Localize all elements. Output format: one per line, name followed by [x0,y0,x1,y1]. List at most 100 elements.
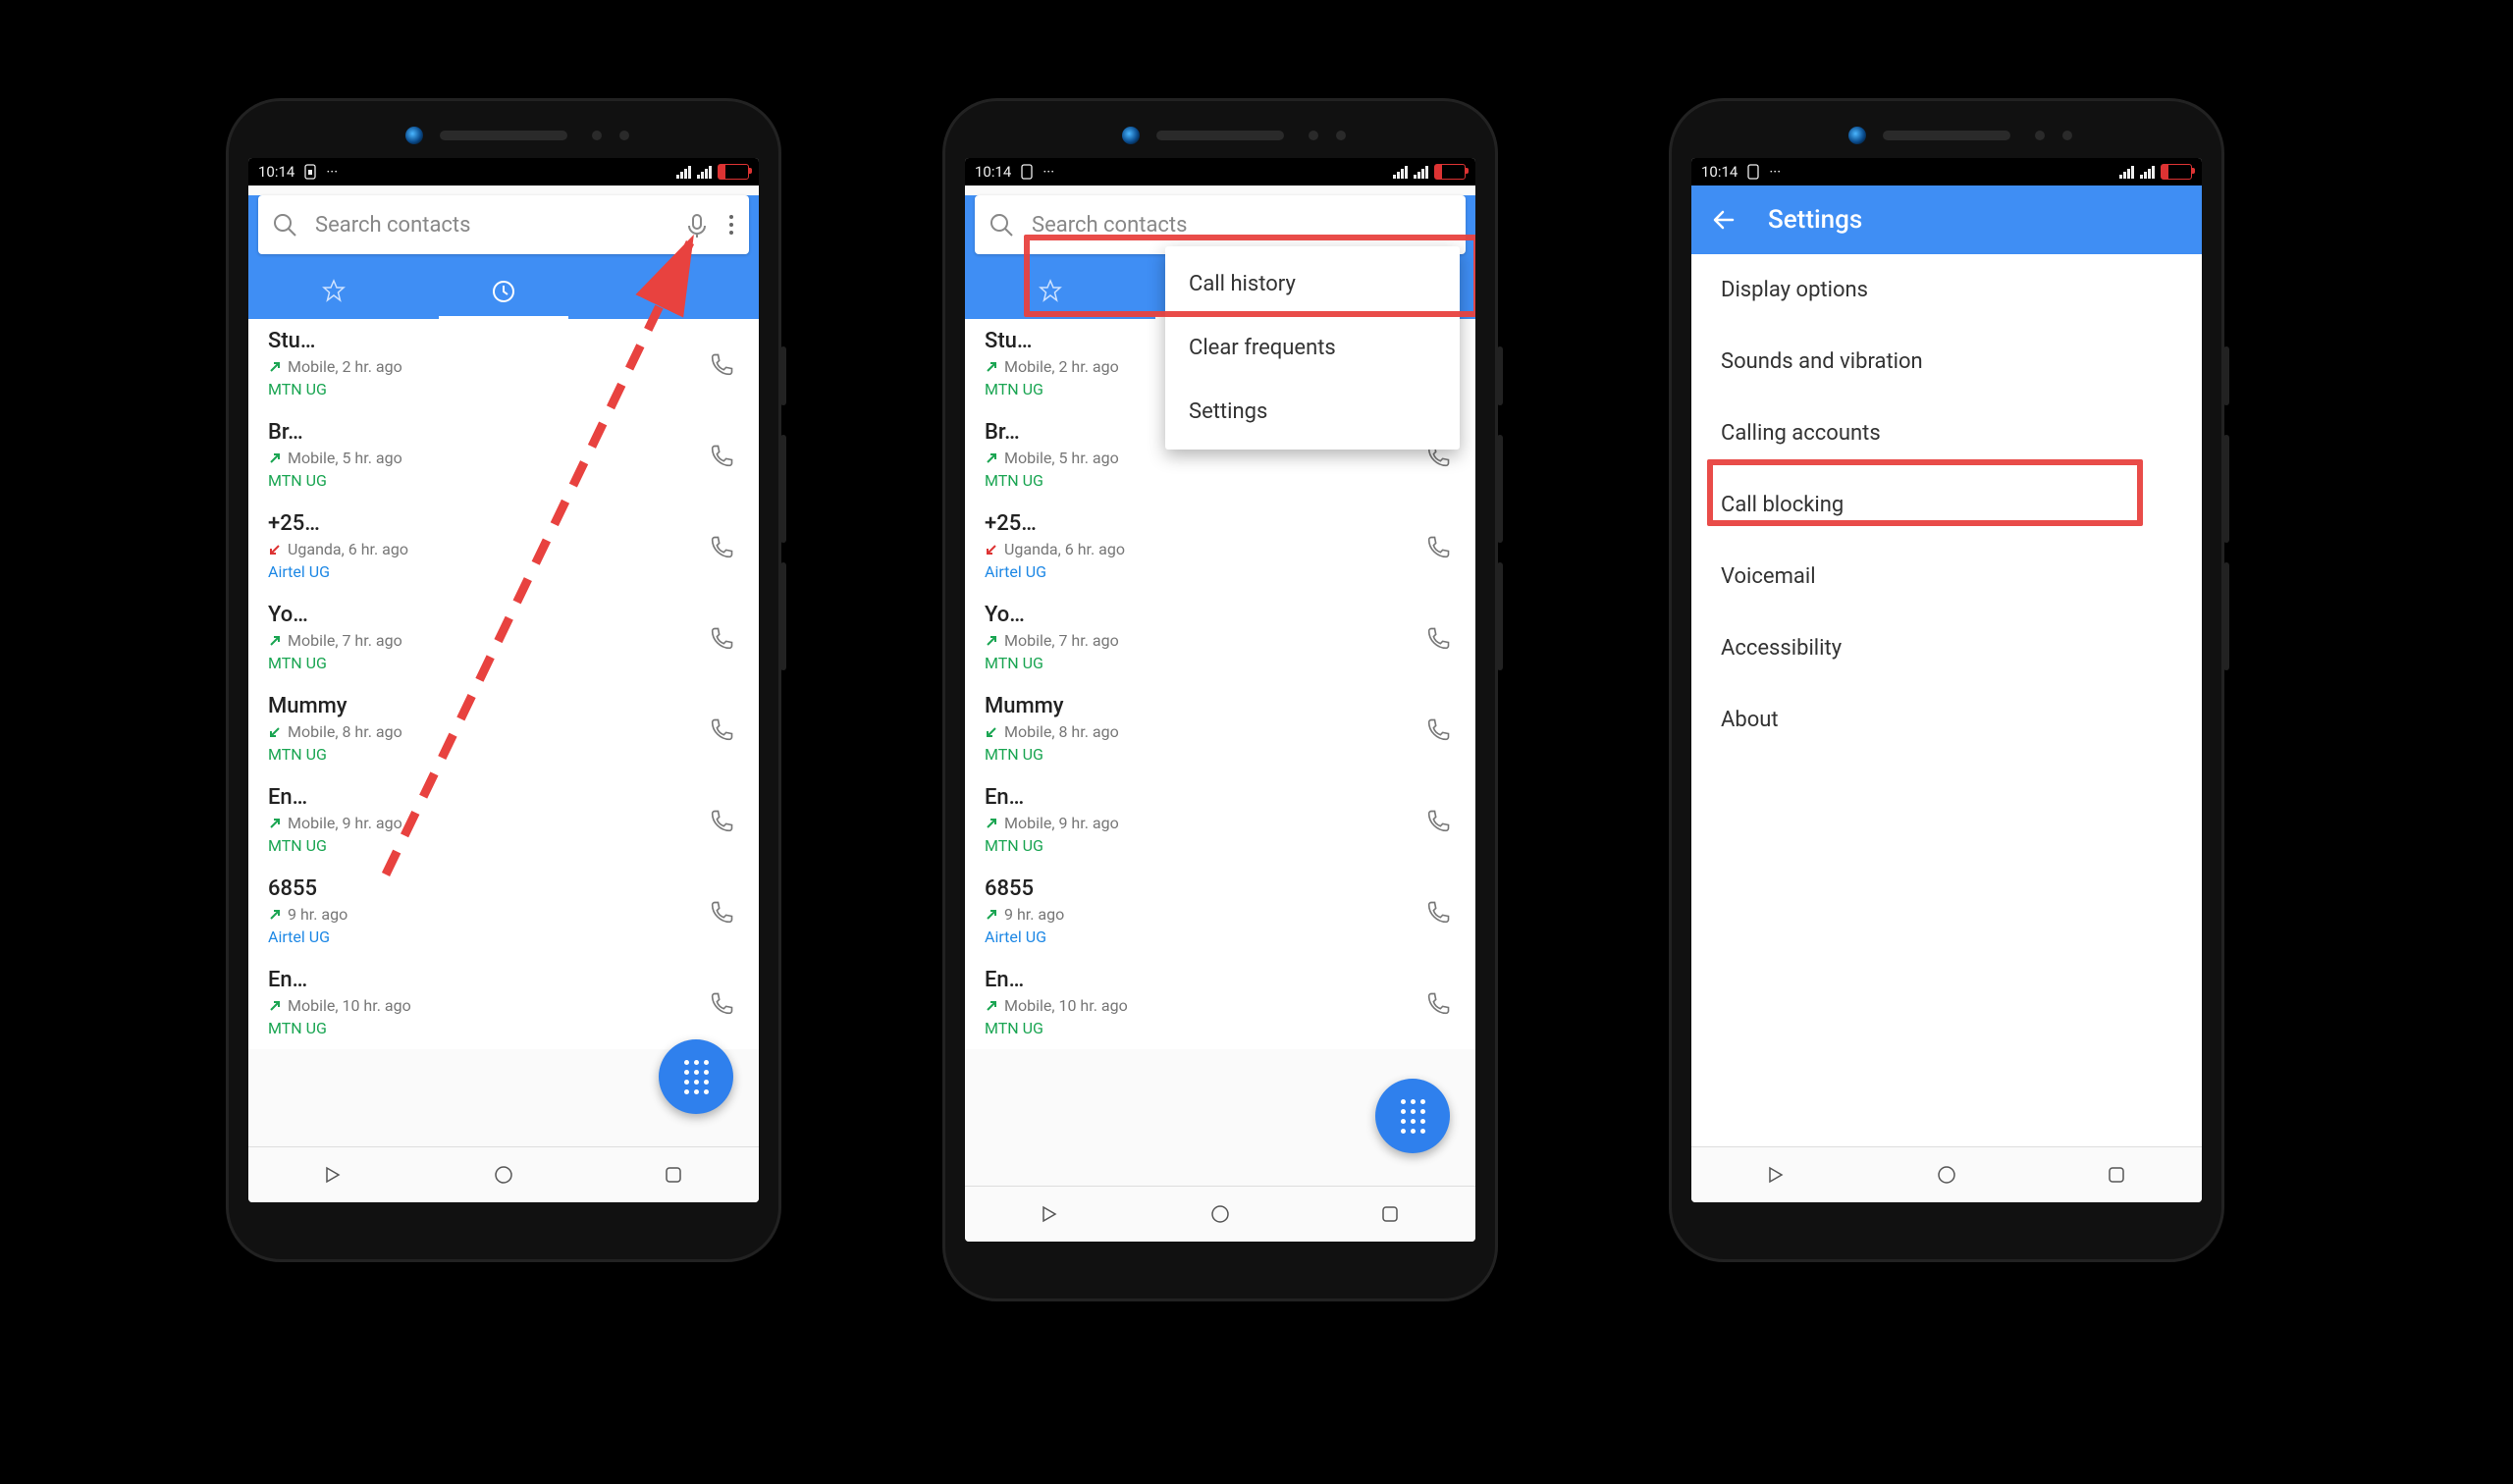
recents-icon[interactable] [663,1164,684,1186]
call-carrier: MTN UG [985,836,1456,855]
call-name: En… [268,968,739,992]
clock-icon [491,279,516,304]
call-carrier: Airtel UG [985,562,1456,581]
call-row[interactable]: Stu…Mobile, 2 hr. agoMTN UG [248,319,759,410]
settings-item[interactable]: Call blocking [1691,469,2202,541]
recents-icon[interactable] [2106,1164,2127,1186]
call-action-icon[interactable] [1424,625,1452,653]
settings-item[interactable]: Accessibility [1691,612,2202,684]
call-row[interactable]: +25…Uganda, 6 hr. agoAirtel UG [248,502,759,593]
search-placeholder: Search contacts [1032,213,1452,238]
call-row[interactable]: MummyMobile, 8 hr. agoMTN UG [248,684,759,775]
home-icon[interactable] [493,1164,514,1186]
menu-settings[interactable]: Settings [1165,380,1460,444]
call-action-icon[interactable] [1424,716,1452,744]
call-meta: Mobile, 7 hr. ago [985,631,1456,650]
call-row[interactable]: 68559 hr. agoAirtel UG [965,867,1475,958]
call-row[interactable]: Br…Mobile, 5 hr. agoMTN UG [248,410,759,502]
call-carrier: Airtel UG [985,928,1456,946]
call-carrier: MTN UG [985,1019,1456,1037]
settings-item[interactable]: Calling accounts [1691,398,2202,469]
call-action-icon[interactable] [1424,990,1452,1018]
call-direction-icon [985,360,998,374]
call-action-icon[interactable] [708,351,735,379]
call-row[interactable]: En…Mobile, 9 hr. agoMTN UG [965,775,1475,867]
phone-frame-2: 10:14 ··· Search contacts Stu…Mobile, 2 … [942,98,1498,1301]
recent-calls-list[interactable]: Stu…Mobile, 2 hr. agoMTN UGBr…Mobile, 5 … [248,319,759,1049]
back-icon[interactable] [323,1164,345,1186]
call-carrier: Airtel UG [268,928,739,946]
call-row[interactable]: Yo…Mobile, 7 hr. agoMTN UG [248,593,759,684]
android-nav-bar [965,1186,1475,1242]
settings-item[interactable]: Display options [1691,254,2202,326]
call-action-icon[interactable] [708,716,735,744]
search-bar[interactable]: Search contacts [975,195,1466,254]
call-direction-icon [268,543,282,556]
call-action-icon[interactable] [708,625,735,653]
call-action-icon[interactable] [1424,808,1452,835]
recents-icon[interactable] [1379,1203,1401,1225]
call-action-icon[interactable] [708,443,735,470]
call-row[interactable]: +25…Uganda, 6 hr. agoAirtel UG [965,502,1475,593]
call-action-icon[interactable] [708,534,735,561]
signal-icon [676,166,691,179]
call-action-icon[interactable] [708,808,735,835]
dialpad-fab[interactable] [1375,1079,1450,1153]
search-icon [989,212,1014,238]
call-action-icon[interactable] [708,990,735,1018]
menu-clear-frequents[interactable]: Clear frequents [1165,316,1460,380]
dialpad-icon [1401,1099,1425,1134]
menu-call-history[interactable]: Call history [1165,252,1460,316]
call-direction-icon [985,817,998,830]
call-direction-icon [268,634,282,648]
back-arrow-icon[interactable] [1711,206,1738,234]
settings-item[interactable]: About [1691,684,2202,756]
search-icon [272,212,297,238]
mic-icon[interactable] [684,212,710,238]
call-name: 6855 [268,876,739,901]
call-name: En… [268,785,739,810]
call-action-icon[interactable] [708,899,735,927]
home-icon[interactable] [1209,1203,1231,1225]
call-row[interactable]: En…Mobile, 9 hr. agoMTN UG [248,775,759,867]
settings-item[interactable]: Sounds and vibration [1691,326,2202,398]
call-row[interactable]: Yo…Mobile, 7 hr. agoMTN UG [965,593,1475,684]
back-icon[interactable] [1766,1164,1788,1186]
call-carrier: MTN UG [985,471,1456,490]
home-icon[interactable] [1936,1164,1957,1186]
call-meta: Mobile, 8 hr. ago [268,722,739,741]
settings-item[interactable]: Voicemail [1691,541,2202,612]
call-direction-icon [985,634,998,648]
call-row[interactable]: En…Mobile, 10 hr. agoMTN UG [965,958,1475,1049]
back-icon[interactable] [1040,1203,1061,1225]
call-direction-icon [985,451,998,465]
overflow-menu-icon[interactable] [727,212,735,238]
call-meta: Uganda, 6 hr. ago [985,540,1456,558]
call-meta: Mobile, 8 hr. ago [985,722,1456,741]
tab-favorites[interactable] [965,264,1135,319]
call-meta: 9 hr. ago [985,905,1456,924]
call-direction-icon [268,817,282,830]
call-carrier: Airtel UG [268,562,739,581]
search-bar[interactable]: Search contacts [258,195,749,254]
call-row[interactable]: En…Mobile, 10 hr. agoMTN UG [248,958,759,1049]
settings-app-bar: Settings [1691,186,2202,254]
call-action-icon[interactable] [1424,534,1452,561]
people-icon [660,279,687,304]
call-carrier: MTN UG [985,654,1456,672]
call-action-icon[interactable] [1424,899,1452,927]
call-row[interactable]: 68559 hr. agoAirtel UG [248,867,759,958]
status-bar: 10:14 ··· [965,158,1475,186]
dialpad-fab[interactable] [659,1039,733,1114]
tab-favorites[interactable] [248,264,418,319]
android-nav-bar [1691,1146,2202,1202]
call-name: +25… [268,511,739,536]
call-row[interactable]: MummyMobile, 8 hr. agoMTN UG [965,684,1475,775]
call-name: Mummy [268,694,739,718]
call-meta: Mobile, 2 hr. ago [268,357,739,376]
call-direction-icon [268,999,282,1013]
call-direction-icon [268,725,282,739]
tab-recents[interactable] [418,264,588,319]
tab-contacts[interactable] [589,264,759,319]
call-direction-icon [985,999,998,1013]
